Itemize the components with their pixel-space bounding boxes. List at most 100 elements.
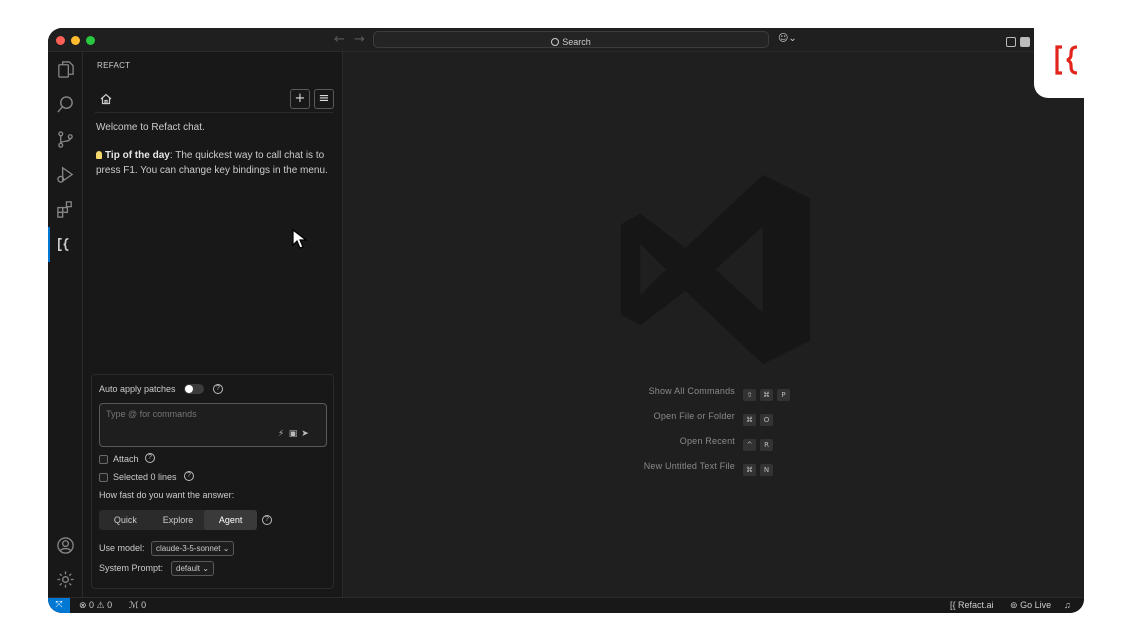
shortcut-show-all-commands[interactable]: Show All Commands ⇧ ⌘ P (543, 384, 843, 402)
forward-arrow-icon[interactable]: → (354, 32, 365, 47)
remote-indicator-icon[interactable]: ⤧ (48, 598, 70, 613)
shortcut-keys: ⇧ ⌘ P (743, 384, 794, 402)
selected-lines-checkbox[interactable] (99, 473, 108, 482)
shortcut-open-recent[interactable]: Open Recent ^ R (543, 434, 843, 452)
key-r: R (760, 439, 773, 451)
refact-icon: [{ (950, 600, 956, 610)
search-icon (551, 38, 560, 46)
settings-gear-icon[interactable] (56, 570, 75, 589)
search-icon[interactable] (56, 95, 75, 114)
explorer-icon[interactable] (56, 60, 75, 79)
status-bar: ⤧ ⊗ 0 ⚠ 0 ℳ 0 [{ Refact.ai ⊚ Go Live ♫ (48, 597, 1084, 613)
help-icon[interactable]: ? (184, 471, 194, 481)
bell-icon[interactable]: ♫ (1064, 600, 1071, 610)
speed-question: How fast do you want the answer: (99, 490, 235, 500)
accounts-icon[interactable] (56, 536, 75, 555)
refact-sidebar: REFACT + ≡ Welcome to Refact chat. Tip o… (83, 52, 343, 597)
back-arrow-icon[interactable]: ← (334, 32, 345, 47)
key-shift: ⇧ (743, 389, 756, 401)
mode-quick-button[interactable]: Quick (99, 510, 152, 530)
home-icon[interactable] (99, 92, 113, 106)
maximize-window-button[interactable] (86, 36, 95, 45)
vscode-window: ← → Search ☺⌄ REFACT + ≡ Welcome to Refa… (48, 28, 1084, 613)
extensions-icon[interactable] (56, 200, 75, 219)
system-prompt-label: System Prompt: (99, 563, 164, 573)
help-icon[interactable]: ? (262, 515, 272, 525)
problems-indicator[interactable]: ⊗ 0 ⚠ 0 (79, 600, 112, 611)
mouse-cursor-icon (292, 228, 308, 249)
refact-status[interactable]: [{ Refact.ai (950, 600, 994, 610)
stage: ← → Search ☺⌄ REFACT + ≡ Welcome to Refa… (0, 0, 1132, 640)
command-center-search[interactable]: Search (373, 31, 769, 48)
menu-button[interactable]: ≡ (314, 89, 334, 109)
shortcut-new-untitled-file[interactable]: New Untitled Text File ⌘ N (543, 459, 843, 477)
mode-agent-button[interactable]: Agent (204, 510, 258, 530)
sidebar-title: REFACT (97, 61, 131, 70)
shortcut-keys: ^ R (743, 434, 777, 452)
tip-of-the-day: Tip of the day: The quickest way to call… (96, 148, 328, 178)
broadcast-icon: ⊚ (1010, 600, 1018, 610)
search-label: Search (562, 37, 591, 47)
welcome-message: Welcome to Refact chat. (96, 122, 205, 133)
chevron-down-icon: ⌄ (222, 544, 230, 553)
shortcut-label: Show All Commands (648, 386, 735, 396)
editor-area: Show All Commands ⇧ ⌘ P Open File or Folde… (343, 52, 1084, 597)
chat-input[interactable] (99, 403, 327, 447)
ports-count: 0 (141, 600, 147, 610)
magic-wand-icon[interactable]: ⚡ (275, 429, 287, 439)
refact-logo (1034, 28, 1096, 98)
image-icon[interactable]: ▣ (287, 429, 299, 439)
selected-lines-label: Selected 0 lines (113, 472, 177, 482)
go-live-label: Go Live (1020, 600, 1052, 610)
minimize-window-button[interactable] (71, 36, 80, 45)
toggle-panel-icon[interactable] (1020, 37, 1030, 47)
activity-bar (48, 52, 83, 597)
new-chat-button[interactable]: + (290, 89, 310, 109)
tip-label: Tip of the day (105, 150, 170, 161)
auto-apply-toggle[interactable] (184, 384, 204, 394)
key-ctrl: ^ (743, 439, 756, 451)
system-prompt-value: default (176, 564, 201, 573)
copilot-icon[interactable]: ☺⌄ (778, 33, 797, 44)
toggle-sidebar-icon[interactable] (1006, 37, 1016, 47)
lightbulb-icon (96, 151, 102, 159)
broadcast-icon: ℳ (129, 600, 139, 610)
go-live-button[interactable]: ⊚ Go Live (1010, 600, 1051, 611)
input-actions: ⚡ ▣ ➤ (275, 429, 311, 439)
attach-label: Attach (113, 454, 139, 464)
mode-explore-button[interactable]: Explore (152, 510, 205, 530)
shortcut-label: New Untitled Text File (643, 461, 735, 471)
shortcut-keys: ⌘ N (743, 459, 777, 477)
title-bar: ← → Search ☺⌄ (48, 28, 1084, 52)
model-select[interactable]: claude-3-5-sonnet ⌄ (151, 541, 235, 556)
key-p: P (777, 389, 790, 401)
refact-icon[interactable] (48, 227, 75, 262)
auto-apply-label: Auto apply patches (99, 384, 176, 394)
mode-selector: Quick Explore Agent (99, 510, 258, 530)
shortcut-keys: ⌘ O (743, 409, 777, 427)
shortcut-label: Open Recent (679, 436, 735, 446)
key-cmd: ⌘ (743, 414, 756, 426)
key-o: O (760, 414, 773, 426)
run-debug-icon[interactable] (56, 165, 75, 184)
model-value: claude-3-5-sonnet (156, 544, 221, 553)
model-label: Use model: (99, 543, 145, 553)
refact-status-label: Refact.ai (958, 600, 994, 610)
refact-logo-icon (1055, 45, 1078, 75)
divider (95, 112, 333, 113)
help-icon[interactable]: ? (145, 453, 155, 463)
shortcut-open-file-folder[interactable]: Open File or Folder ⌘ O (543, 409, 843, 427)
source-control-icon[interactable] (56, 130, 75, 149)
chevron-down-icon: ⌄ (202, 564, 209, 573)
help-icon[interactable]: ? (213, 384, 223, 394)
send-icon[interactable]: ➤ (299, 429, 311, 439)
vscode-watermark-icon (620, 174, 811, 365)
shortcut-label: Open File or Folder (653, 411, 735, 421)
system-prompt-select[interactable]: default ⌄ (171, 561, 214, 576)
close-window-button[interactable] (56, 36, 65, 45)
chat-controls-panel: Auto apply patches ? ⚡▣➤ Attach ? Select… (91, 374, 334, 589)
ports-indicator[interactable]: ℳ 0 (129, 600, 146, 611)
attach-checkbox[interactable] (99, 455, 108, 464)
key-cmd: ⌘ (743, 464, 756, 476)
key-cmd: ⌘ (760, 389, 773, 401)
